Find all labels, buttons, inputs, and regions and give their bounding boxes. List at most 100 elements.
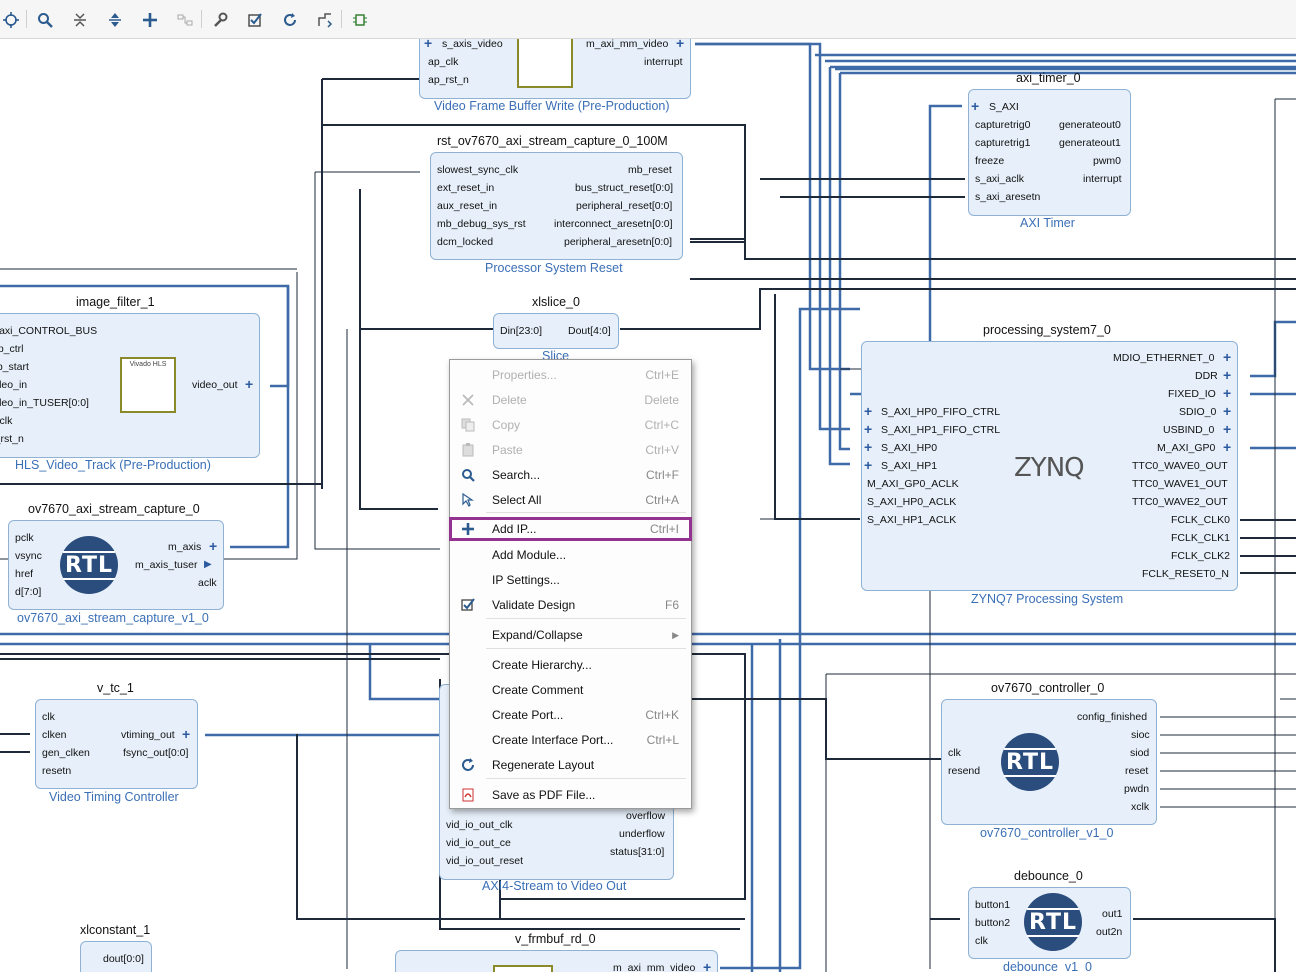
- port-ddr[interactable]: DDR: [1195, 370, 1218, 382]
- menu-item-add-module[interactable]: Add Module...: [450, 544, 691, 566]
- search-icon[interactable]: [34, 9, 56, 31]
- port-m-axis-tuser[interactable]: m_axis_tuser: [135, 559, 197, 571]
- port-s-axis-video[interactable]: s_axis_video: [442, 39, 503, 50]
- port-fixed-io[interactable]: FIXED_IO: [1168, 388, 1216, 400]
- port-ap-clk[interactable]: ap_clk: [0, 415, 12, 427]
- port-ttc0-wave2-out[interactable]: TTC0_WAVE2_OUT: [1132, 496, 1228, 508]
- port-generateout0[interactable]: generateout0: [1059, 119, 1121, 131]
- port-m-axi-mm-video[interactable]: m_axi_mm_video: [586, 39, 668, 50]
- port-aux-reset-in[interactable]: aux_reset_in: [437, 200, 497, 212]
- menu-item-expand-collapse[interactable]: Expand/Collapse ▶: [450, 624, 691, 646]
- port-fclk-reset0-n[interactable]: FCLK_RESET0_N: [1142, 568, 1229, 580]
- menu-item-search[interactable]: Search... Ctrl+F: [450, 464, 691, 486]
- port-din[interactable]: Din[23:0]: [500, 325, 542, 337]
- port-interconnect-aresetn[interactable]: interconnect_aresetn[0:0]: [554, 218, 673, 230]
- port-bus-struct-reset[interactable]: bus_struct_reset[0:0]: [575, 182, 673, 194]
- port-s-axi[interactable]: S_AXI: [989, 101, 1019, 113]
- port-video-in-tuser[interactable]: video_in_TUSER[0:0]: [0, 397, 89, 409]
- menu-item-properties[interactable]: Properties... Ctrl+E: [450, 364, 691, 386]
- port-mb-debug-sys-rst[interactable]: mb_debug_sys_rst: [437, 218, 526, 230]
- port-ap-rst-n[interactable]: ap_rst_n: [0, 433, 24, 445]
- add-icon[interactable]: [139, 9, 161, 31]
- port-href[interactable]: href: [15, 568, 33, 580]
- port-peripheral-reset[interactable]: peripheral_reset[0:0]: [576, 200, 672, 212]
- validate-icon[interactable]: [244, 9, 266, 31]
- menu-item-create-hierarchy[interactable]: Create Hierarchy...: [450, 654, 691, 676]
- port-pclk[interactable]: pclk: [15, 532, 34, 544]
- port-button1[interactable]: button1: [975, 899, 1010, 911]
- menu-item-add-ip[interactable]: Add IP... Ctrl+I: [449, 517, 692, 541]
- port-vid-io-out-ce[interactable]: vid_io_out_ce: [446, 837, 511, 849]
- port-s-axi-hp0-fifo-ctrl[interactable]: S_AXI_HP0_FIFO_CTRL: [881, 406, 1000, 418]
- port-vid-io-out-clk[interactable]: vid_io_out_clk: [446, 819, 513, 831]
- expand-all-icon[interactable]: [104, 9, 126, 31]
- optimize-routing-icon[interactable]: [314, 9, 336, 31]
- port-config-finished[interactable]: config_finished: [1077, 711, 1147, 723]
- port-dout[interactable]: Dout[4:0]: [568, 325, 611, 337]
- port-m-axi-gp0-aclk[interactable]: M_AXI_GP0_ACLK: [867, 478, 959, 490]
- port-s-axi-hp0-aclk[interactable]: S_AXI_HP0_ACLK: [867, 496, 956, 508]
- port-m-axi-mm-video[interactable]: m_axi_mm_video: [613, 962, 695, 972]
- port-s-axi-aclk[interactable]: s_axi_aclk: [975, 173, 1024, 185]
- port-video-in[interactable]: video_in: [0, 379, 27, 391]
- port-pwm0[interactable]: pwm0: [1093, 155, 1121, 167]
- port-xclk[interactable]: xclk: [1131, 801, 1149, 813]
- port-ap-ctrl[interactable]: ap_ctrl: [0, 343, 24, 355]
- port-dcm-locked[interactable]: dcm_locked: [437, 236, 493, 248]
- menu-item-validate-design[interactable]: Validate Design F6: [450, 594, 691, 616]
- port-s-axi-hp1-fifo-ctrl[interactable]: S_AXI_HP1_FIFO_CTRL: [881, 424, 1000, 436]
- port-ttc0-wave0-out[interactable]: TTC0_WAVE0_OUT: [1132, 460, 1228, 472]
- port-ap-clk[interactable]: ap_clk: [428, 56, 458, 68]
- menu-item-ip-settings[interactable]: IP Settings...: [450, 569, 691, 591]
- port-fsync-out[interactable]: fsync_out[0:0]: [123, 747, 188, 759]
- port-ttc0-wave1-out[interactable]: TTC0_WAVE1_OUT: [1132, 478, 1228, 490]
- port-m-axi-gp0[interactable]: M_AXI_GP0: [1157, 442, 1215, 454]
- port-ap-start[interactable]: ap_start: [0, 361, 29, 373]
- port-sdio-0[interactable]: SDIO_0: [1179, 406, 1216, 418]
- port-capturetrig0[interactable]: capturetrig0: [975, 119, 1030, 131]
- refresh-icon[interactable]: [279, 9, 301, 31]
- port-underflow[interactable]: underflow: [619, 828, 665, 840]
- port-mb-reset[interactable]: mb_reset: [628, 164, 672, 176]
- port-s-axi-control-bus[interactable]: s_axi_CONTROL_BUS: [0, 325, 97, 337]
- pin-icon[interactable]: [349, 9, 371, 31]
- port-clk[interactable]: clk: [948, 747, 961, 759]
- port-ext-reset-in[interactable]: ext_reset_in: [437, 182, 494, 194]
- port-vid-io-out-reset[interactable]: vid_io_out_reset: [446, 855, 523, 867]
- port-out1[interactable]: out1: [1102, 908, 1122, 920]
- menu-item-paste[interactable]: Paste Ctrl+V: [450, 439, 691, 461]
- port-dout[interactable]: dout[0:0]: [103, 953, 144, 965]
- port-reset[interactable]: reset: [1125, 765, 1148, 777]
- menu-item-regenerate-layout[interactable]: Regenerate Layout: [450, 754, 691, 776]
- port-clk[interactable]: clk: [42, 711, 55, 723]
- port-interrupt[interactable]: interrupt: [644, 56, 683, 68]
- port-out2n[interactable]: out2n: [1096, 926, 1122, 938]
- port-fclk-clk2[interactable]: FCLK_CLK2: [1171, 550, 1230, 562]
- port-fclk-clk1[interactable]: FCLK_CLK1: [1171, 532, 1230, 544]
- collapse-all-icon[interactable]: [69, 9, 91, 31]
- port-freeze[interactable]: freeze: [975, 155, 1004, 167]
- port-d[interactable]: d[7:0]: [15, 586, 41, 598]
- port-interrupt[interactable]: interrupt: [1083, 173, 1122, 185]
- port-siod[interactable]: siod: [1130, 747, 1149, 759]
- port-generateout1[interactable]: generateout1: [1059, 137, 1121, 149]
- port-usbind-0[interactable]: USBIND_0: [1163, 424, 1214, 436]
- port-video-out[interactable]: video_out: [192, 379, 238, 391]
- port-s-axi-aresetn[interactable]: s_axi_aresetn: [975, 191, 1040, 203]
- port-clken[interactable]: clken: [42, 729, 67, 741]
- port-sioc[interactable]: sioc: [1131, 729, 1150, 741]
- port-s-axi-hp0[interactable]: S_AXI_HP0: [881, 442, 937, 454]
- crosshair-icon[interactable]: [0, 9, 22, 31]
- port-s-axi-hp1[interactable]: S_AXI_HP1: [881, 460, 937, 472]
- port-vsync[interactable]: vsync: [15, 550, 42, 562]
- port-overflow[interactable]: overflow: [626, 810, 665, 822]
- wrench-icon[interactable]: [209, 9, 231, 31]
- route-icon[interactable]: [174, 9, 196, 31]
- port-ap-rst-n[interactable]: ap_rst_n: [428, 74, 469, 86]
- port-pwdn[interactable]: pwdn: [1124, 783, 1149, 795]
- port-vtiming-out[interactable]: vtiming_out: [121, 729, 175, 741]
- port-aclk[interactable]: aclk: [198, 577, 217, 589]
- port-s-axi-hp1-aclk[interactable]: S_AXI_HP1_ACLK: [867, 514, 956, 526]
- port-button2[interactable]: button2: [975, 917, 1010, 929]
- port-clk[interactable]: clk: [975, 935, 988, 947]
